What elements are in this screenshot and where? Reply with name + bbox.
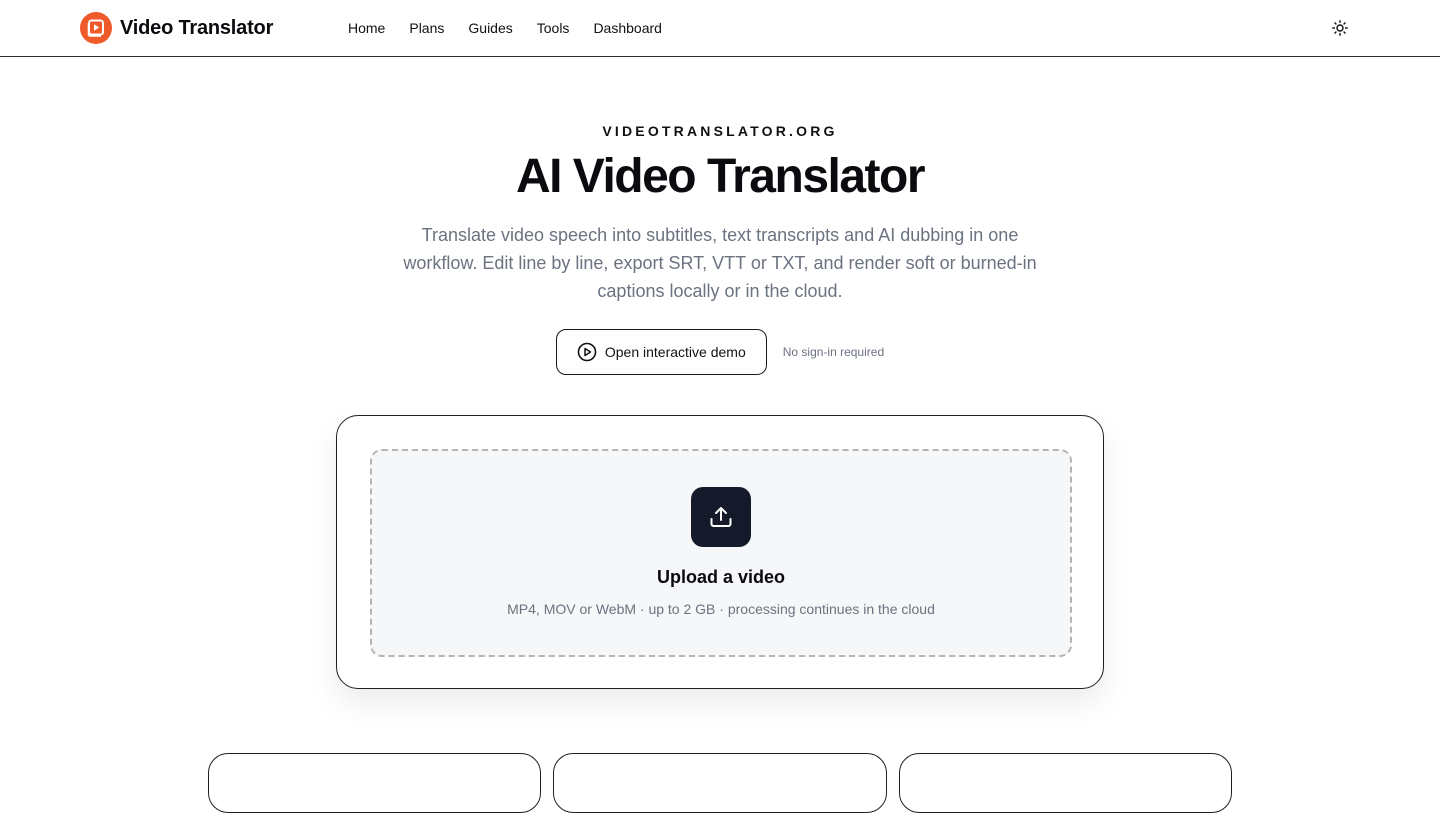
video-play-logo-icon xyxy=(80,12,112,44)
theme-toggle-button[interactable] xyxy=(1326,14,1354,42)
brand-name: Video Translator xyxy=(120,16,274,39)
nav-dashboard[interactable]: Dashboard xyxy=(593,18,662,38)
hero-subtitle: Translate video speech into subtitles, t… xyxy=(403,225,1037,301)
top-navbar: Video Translator Home Plans Guides Tools… xyxy=(0,0,1440,57)
page-title: AI Video Translator xyxy=(515,150,926,203)
sun-icon xyxy=(1332,20,1348,36)
upload-description: MP4, MOV or WebM · up to 2 GB · processi… xyxy=(507,601,935,617)
upload-card: Upload a video MP4, MOV or WebM · up to … xyxy=(336,415,1104,689)
open-demo-button[interactable]: Open interactive demo xyxy=(555,329,767,375)
cta-row: Open interactive demo No sign-in require… xyxy=(0,329,1440,375)
nav-home[interactable]: Home xyxy=(348,18,385,38)
feature-card xyxy=(553,753,887,813)
brand-logo-link[interactable]: Video Translator xyxy=(80,11,273,45)
upload-title: Upload a video xyxy=(656,567,786,587)
upload-icon xyxy=(710,507,732,527)
open-demo-label: Open interactive demo xyxy=(604,344,746,360)
play-circle-icon xyxy=(577,342,597,362)
upload-icon-box xyxy=(691,487,751,547)
feature-card xyxy=(899,753,1232,813)
nav-tools[interactable]: Tools xyxy=(537,18,570,38)
nav-guides[interactable]: Guides xyxy=(468,18,512,38)
hero-eyebrow: VIDEOTRANSLATOR.ORG xyxy=(602,123,838,139)
feature-card xyxy=(208,753,541,813)
video-dropzone[interactable]: Upload a video MP4, MOV or WebM · up to … xyxy=(370,449,1072,657)
main-nav: Home Plans Guides Tools Dashboard xyxy=(348,18,662,38)
nav-plans[interactable]: Plans xyxy=(409,18,444,38)
no-signin-note: No sign-in required xyxy=(782,345,885,359)
